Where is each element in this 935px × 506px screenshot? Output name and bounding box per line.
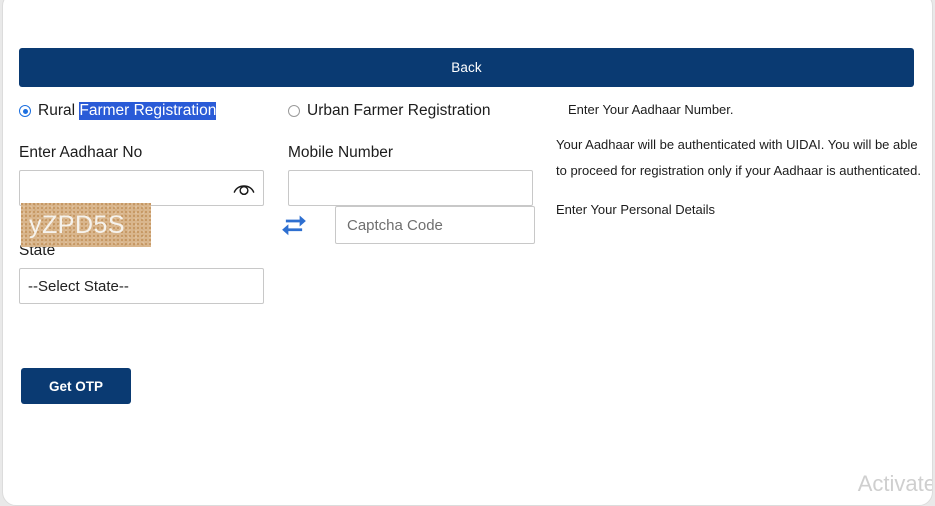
aadhaar-info-panel: Enter Your Aadhaar Number. Your Aadhaar … <box>556 101 926 218</box>
windows-activate-watermark: Activate <box>857 471 933 496</box>
info-body-text: Your Aadhaar will be authenticated with … <box>556 137 921 178</box>
aadhaar-input-wrap <box>19 170 264 206</box>
mobile-field-label: Mobile Number <box>288 144 394 161</box>
refresh-icon[interactable] <box>279 209 309 239</box>
radio-urban-label: Urban Farmer Registration <box>307 102 491 119</box>
radio-rural-label: Rural <box>38 102 80 119</box>
mobile-input[interactable] <box>288 170 533 206</box>
info-lead-text: Enter Your Aadhaar Number. <box>568 102 734 117</box>
eye-icon[interactable] <box>233 180 255 196</box>
back-button[interactable]: Back <box>19 48 914 87</box>
radio-rural-farmer-registration[interactable]: Rural Farmer Registration <box>19 101 269 121</box>
captcha-image: yZPD5S <box>21 203 151 247</box>
radio-urban-farmer-registration[interactable]: Urban Farmer Registration <box>288 101 538 121</box>
state-select[interactable]: --Select State-- <box>19 268 264 304</box>
captcha-image-text: yZPD5S <box>29 210 126 239</box>
get-otp-button[interactable]: Get OTP <box>21 368 131 404</box>
aadhaar-field-label: Enter Aadhaar No <box>19 144 143 161</box>
back-button-label: Back <box>451 60 482 75</box>
radio-rural-indicator[interactable] <box>19 105 31 117</box>
registration-card: Back Rural Farmer Registration Enter Aad… <box>2 0 933 506</box>
form-column-middle: Urban Farmer Registration Mobile Number <box>288 101 538 206</box>
captcha-input[interactable] <box>335 206 535 244</box>
radio-rural-label-selected-text: Farmer Registration <box>79 102 217 120</box>
captcha-row: yZPD5S <box>19 203 919 249</box>
aadhaar-input[interactable] <box>19 170 264 206</box>
radio-urban-indicator[interactable] <box>288 105 300 117</box>
